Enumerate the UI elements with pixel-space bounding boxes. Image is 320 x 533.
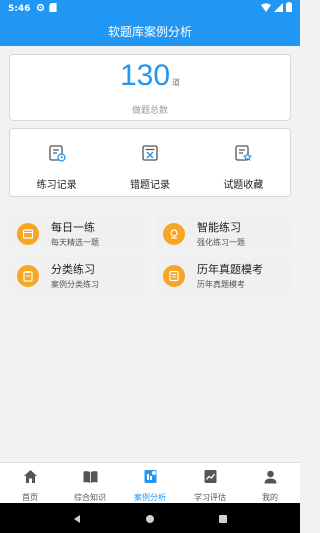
nav-profile-label: 我的 (262, 493, 278, 502)
total-count-row: 130 道 (10, 59, 290, 93)
wifi-icon (261, 2, 271, 15)
nav-case-analysis[interactable]: 案例分析 (120, 463, 180, 503)
nav-knowledge[interactable]: 综合知识 (60, 463, 120, 503)
total-count: 130 (119, 59, 171, 92)
signal-icon (274, 2, 283, 15)
settings-gear-icon (36, 3, 45, 15)
category-practice-subtitle: 案例分类练习 (51, 280, 99, 289)
wrong-record-button[interactable]: 错题记录 (103, 129, 196, 196)
practice-record-label: 练习记录 (36, 180, 77, 191)
total-questions-card: 130 道 做题总数 (9, 54, 291, 121)
total-unit: 道 (172, 78, 181, 87)
past-exams-tile[interactable]: 历年真题模考 历年真题模考 (155, 258, 291, 294)
wrong-record-label: 错题记录 (129, 180, 170, 191)
book-icon (82, 468, 99, 489)
calendar-icon (17, 223, 39, 245)
daily-practice-subtitle: 每天精选一题 (51, 238, 99, 247)
nav-knowledge-label: 综合知识 (74, 493, 106, 502)
records-card: 练习记录 错题记录 试题收藏 (9, 128, 291, 197)
smart-practice-subtitle: 强化练习一题 (197, 238, 245, 247)
home-circle-icon[interactable] (145, 509, 155, 528)
practice-record-button[interactable]: 练习记录 (10, 129, 103, 196)
nav-home-label: 首页 (22, 493, 38, 502)
recents-icon[interactable] (218, 509, 228, 528)
bottom-nav: 首页 综合知识 案例分析 学习评估 我的 (0, 462, 300, 503)
nav-case-analysis-label: 案例分析 (134, 493, 166, 502)
total-label: 做题总数 (131, 106, 168, 116)
app-bar: 软题库案例分析 (0, 17, 300, 46)
category-practice-tile[interactable]: 分类练习 案例分类练习 (9, 258, 145, 294)
favorite-label: 试题收藏 (223, 180, 264, 191)
user-icon (262, 468, 279, 489)
nav-home[interactable]: 首页 (0, 463, 60, 503)
past-exams-title: 历年真题模考 (197, 263, 263, 276)
category-practice-title: 分类练习 (51, 263, 95, 276)
nav-profile[interactable]: 我的 (240, 463, 300, 503)
wrong-record-icon (140, 143, 160, 167)
status-time: 5:46 (8, 3, 31, 14)
nav-assessment[interactable]: 学习评估 (180, 463, 240, 503)
smart-practice-tile[interactable]: 智能练习 强化练习一题 (155, 216, 291, 252)
favorite-button[interactable]: 试题收藏 (197, 129, 290, 196)
case-icon (142, 468, 159, 489)
exam-icon (163, 265, 185, 287)
app-title: 软题库案例分析 (107, 25, 192, 39)
home-icon (22, 468, 39, 489)
practice-record-icon (47, 143, 67, 167)
sd-card-icon (49, 2, 57, 15)
system-nav-bar (0, 503, 300, 533)
chart-icon (202, 468, 219, 489)
past-exams-subtitle: 历年真题模考 (197, 280, 245, 289)
clipboard-icon (17, 265, 39, 287)
nav-assessment-label: 学习评估 (194, 493, 226, 502)
status-bar: 5:46 (0, 0, 300, 17)
daily-practice-title: 每日一练 (51, 221, 95, 234)
brain-icon (163, 223, 185, 245)
daily-practice-tile[interactable]: 每日一练 每天精选一题 (9, 216, 145, 252)
smart-practice-title: 智能练习 (197, 221, 241, 234)
battery-icon (286, 2, 292, 15)
back-icon[interactable] (72, 509, 82, 528)
favorite-icon (233, 143, 253, 167)
